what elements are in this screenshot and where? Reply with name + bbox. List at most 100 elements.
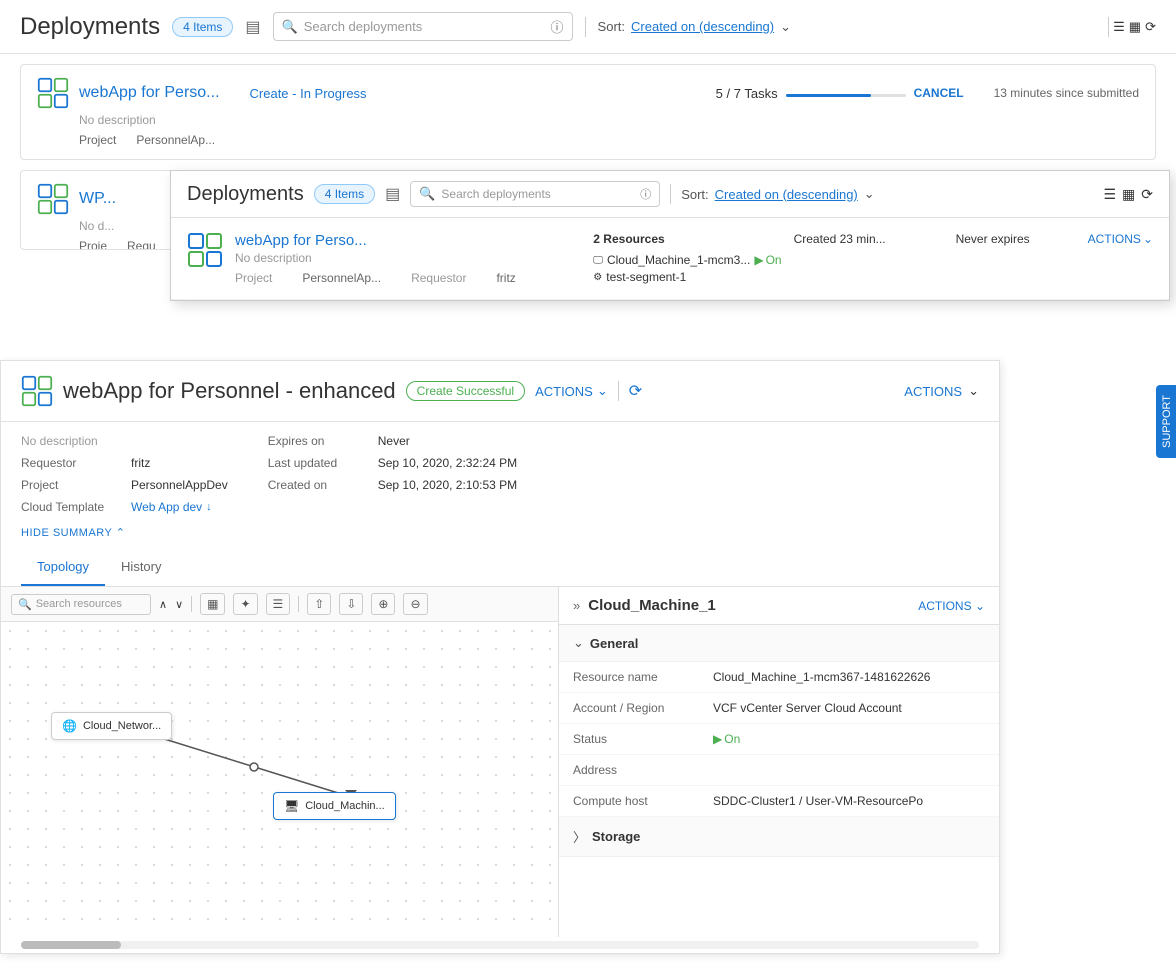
bg-card2-name[interactable]: WP... [79, 190, 116, 208]
prop-status: Status ▶ On [559, 724, 999, 755]
detail-template-row: Cloud Template Web App dev ↓ [21, 500, 228, 514]
mid-grid-view-icon[interactable]: ▦ [1122, 186, 1135, 203]
bg-refresh-icon[interactable]: ⟳ [1145, 19, 1156, 35]
mid-created: Created 23 min... [794, 232, 944, 246]
prop-address-label: Address [573, 763, 703, 777]
detail-bg-actions[interactable]: ACTIONS [904, 384, 962, 399]
topology-machine-node[interactable]: 🖥 Cloud_Machin... [273, 792, 396, 820]
mid-card-expires: Never expires [956, 232, 1076, 246]
bg-sort-chevron[interactable]: ⌄ [780, 19, 791, 35]
mid-actions-chevron-icon: ⌄ [1143, 232, 1153, 246]
detail-project-row: Project PersonnelAppDev [21, 478, 228, 492]
bg-sort-value[interactable]: Created on (descending) [631, 19, 774, 34]
tab-history[interactable]: History [105, 549, 177, 586]
prop-resource-name-value: Cloud_Machine_1-mcm367-1481622626 [713, 670, 985, 684]
detail-created-row: Created on Sep 10, 2020, 2:10:53 PM [268, 478, 517, 492]
storage-section-title: Storage [592, 829, 640, 844]
detail-project-label: Project [21, 478, 121, 492]
detail-meta: No description Requestor fritz Project P… [1, 422, 999, 526]
detail-expires-row: Expires on Never [268, 434, 517, 448]
topo-sort-desc-icon[interactable]: ∨ [175, 598, 183, 611]
mid-refresh-icon[interactable]: ⟳ [1141, 186, 1153, 203]
mid-res1-status: ▶ On [754, 253, 781, 267]
topo-zoom-out-button[interactable]: ⊖ [403, 593, 427, 615]
bg-filter-icon[interactable]: ▤ [245, 17, 260, 37]
detail-logo [21, 375, 53, 407]
bg-cancel-button[interactable]: CANCEL [914, 86, 964, 100]
bg-grid-view-icon[interactable]: ▦ [1129, 19, 1141, 35]
mid-search-bar[interactable]: 🔍 Search deployments ⓘ [410, 181, 660, 207]
bg-search-bar[interactable]: 🔍 Search deployments ⓘ [273, 12, 573, 41]
general-section-header[interactable]: ⌄ General [559, 625, 999, 662]
mid-filter-icon[interactable]: ▤ [385, 184, 400, 204]
mid-card-project-value: PersonnelAp... [302, 271, 381, 285]
hide-summary-button[interactable]: HIDE SUMMARY ⌃ [1, 526, 999, 549]
bg-items-badge: 4 Items [172, 17, 233, 37]
storage-section-header[interactable]: 〉 Storage [559, 817, 999, 857]
detail-template-value[interactable]: Web App dev ↓ [131, 500, 212, 514]
mid-resource-1: 🖵 Cloud_Machine_1-mcm3... ▶ On [593, 253, 781, 267]
bg-view-icons: ☰ ▦ ⟳ [1108, 17, 1156, 37]
bg-card1-name[interactable]: webApp for Perso... [79, 84, 220, 102]
mid-list-view-icon[interactable]: ☰ [1103, 186, 1116, 203]
bg-sort-section: Sort: Created on (descending) ⌄ [598, 19, 791, 35]
topo-upload-button[interactable]: ⇧ [307, 593, 331, 615]
bg-card1-tasks: 5 / 7 Tasks CANCEL [716, 86, 964, 101]
mid-sort-value[interactable]: Created on (descending) [715, 187, 858, 202]
topo-list-button[interactable]: ☰ [266, 593, 291, 615]
detail-project-value: PersonnelAppDev [131, 478, 228, 492]
bg-submitted-text: 13 minutes since submitted [994, 86, 1139, 100]
mid-title: Deployments [187, 183, 304, 206]
detail-desc-row: No description [21, 434, 228, 448]
tab-topology[interactable]: Topology [21, 549, 105, 586]
topology-canvas: 🌐 Cloud_Networ... 🖥 Cloud_Machin... [1, 622, 558, 930]
network-node-icon: 🌐 [62, 719, 77, 733]
mid-card-name[interactable]: webApp for Perso... [235, 232, 581, 249]
right-panel-actions-button[interactable]: ACTIONS ⌄ [918, 599, 985, 613]
scrollbar-thumb[interactable] [21, 941, 121, 949]
right-panel-chevron-icon[interactable]: » [573, 598, 580, 613]
bg-card1-project-label: Project [79, 133, 116, 147]
topology-network-node[interactable]: 🌐 Cloud_Networ... [51, 712, 172, 740]
topo-search-icon: 🔍 [18, 598, 32, 611]
topo-download-button[interactable]: ⇩ [339, 593, 363, 615]
bg-search-icon: 🔍 [282, 19, 298, 35]
detail-separator [618, 381, 619, 401]
mid-sort-chevron[interactable]: ⌄ [864, 186, 875, 202]
prop-compute-label: Compute host [573, 794, 703, 808]
topology-search-bar[interactable]: 🔍 Search resources [11, 594, 151, 615]
support-tab[interactable]: SUPPORT [1156, 385, 1176, 458]
topo-sort-asc-icon[interactable]: ∧ [159, 598, 167, 611]
mid-sort-section: Sort: Created on (descending) ⌄ [681, 186, 874, 202]
bg-card1-tasks-count: 5 / 7 Tasks [716, 86, 778, 101]
detail-meta-col1: No description Requestor fritz Project P… [21, 434, 228, 514]
bg-list-view-icon[interactable]: ☰ [1113, 19, 1125, 35]
bg-progress-bar [786, 94, 906, 97]
mid-res1-name: Cloud_Machine_1-mcm3... [607, 253, 750, 267]
bg-search-text: Search deployments [304, 19, 423, 34]
bg-card2-logo [37, 183, 69, 215]
bg-card2-project: Proje [79, 239, 107, 250]
prop-account-region: Account / Region VCF vCenter Server Clou… [559, 693, 999, 724]
topo-zoom-in-button[interactable]: ⊕ [371, 593, 395, 615]
mid-actions-button[interactable]: ACTIONS ⌄ [1088, 232, 1153, 246]
mid-search-icon: 🔍 [419, 186, 435, 202]
detail-created-value: Sep 10, 2020, 2:10:53 PM [378, 478, 517, 492]
mid-card-req-value: fritz [496, 271, 515, 285]
prop-address-value [713, 763, 985, 777]
mid-header: Deployments 4 Items ▤ 🔍 Search deploymen… [171, 171, 1169, 218]
detail-template-label: Cloud Template [21, 500, 121, 514]
topo-grid-button[interactable]: ▦ [200, 593, 225, 615]
topo-share-button[interactable]: ✦ [233, 593, 257, 615]
prop-status-label: Status [573, 732, 703, 746]
detail-panel: webApp for Personnel - enhanced Create S… [0, 360, 1000, 954]
bottom-scrollbar[interactable] [21, 941, 979, 949]
detail-actions-button[interactable]: ACTIONS ⌄ [535, 383, 608, 399]
mid-resource-2: ⚙ test-segment-1 [593, 270, 781, 284]
right-panel-header: » Cloud_Machine_1 ACTIONS ⌄ [559, 587, 999, 625]
mid-card-desc: No description [235, 251, 581, 265]
bg-info-icon: ⓘ [551, 17, 564, 36]
detail-refresh-button[interactable]: ⟳ [629, 381, 642, 401]
detail-updated-row: Last updated Sep 10, 2020, 2:32:24 PM [268, 456, 517, 470]
detail-description: No description [21, 434, 98, 448]
